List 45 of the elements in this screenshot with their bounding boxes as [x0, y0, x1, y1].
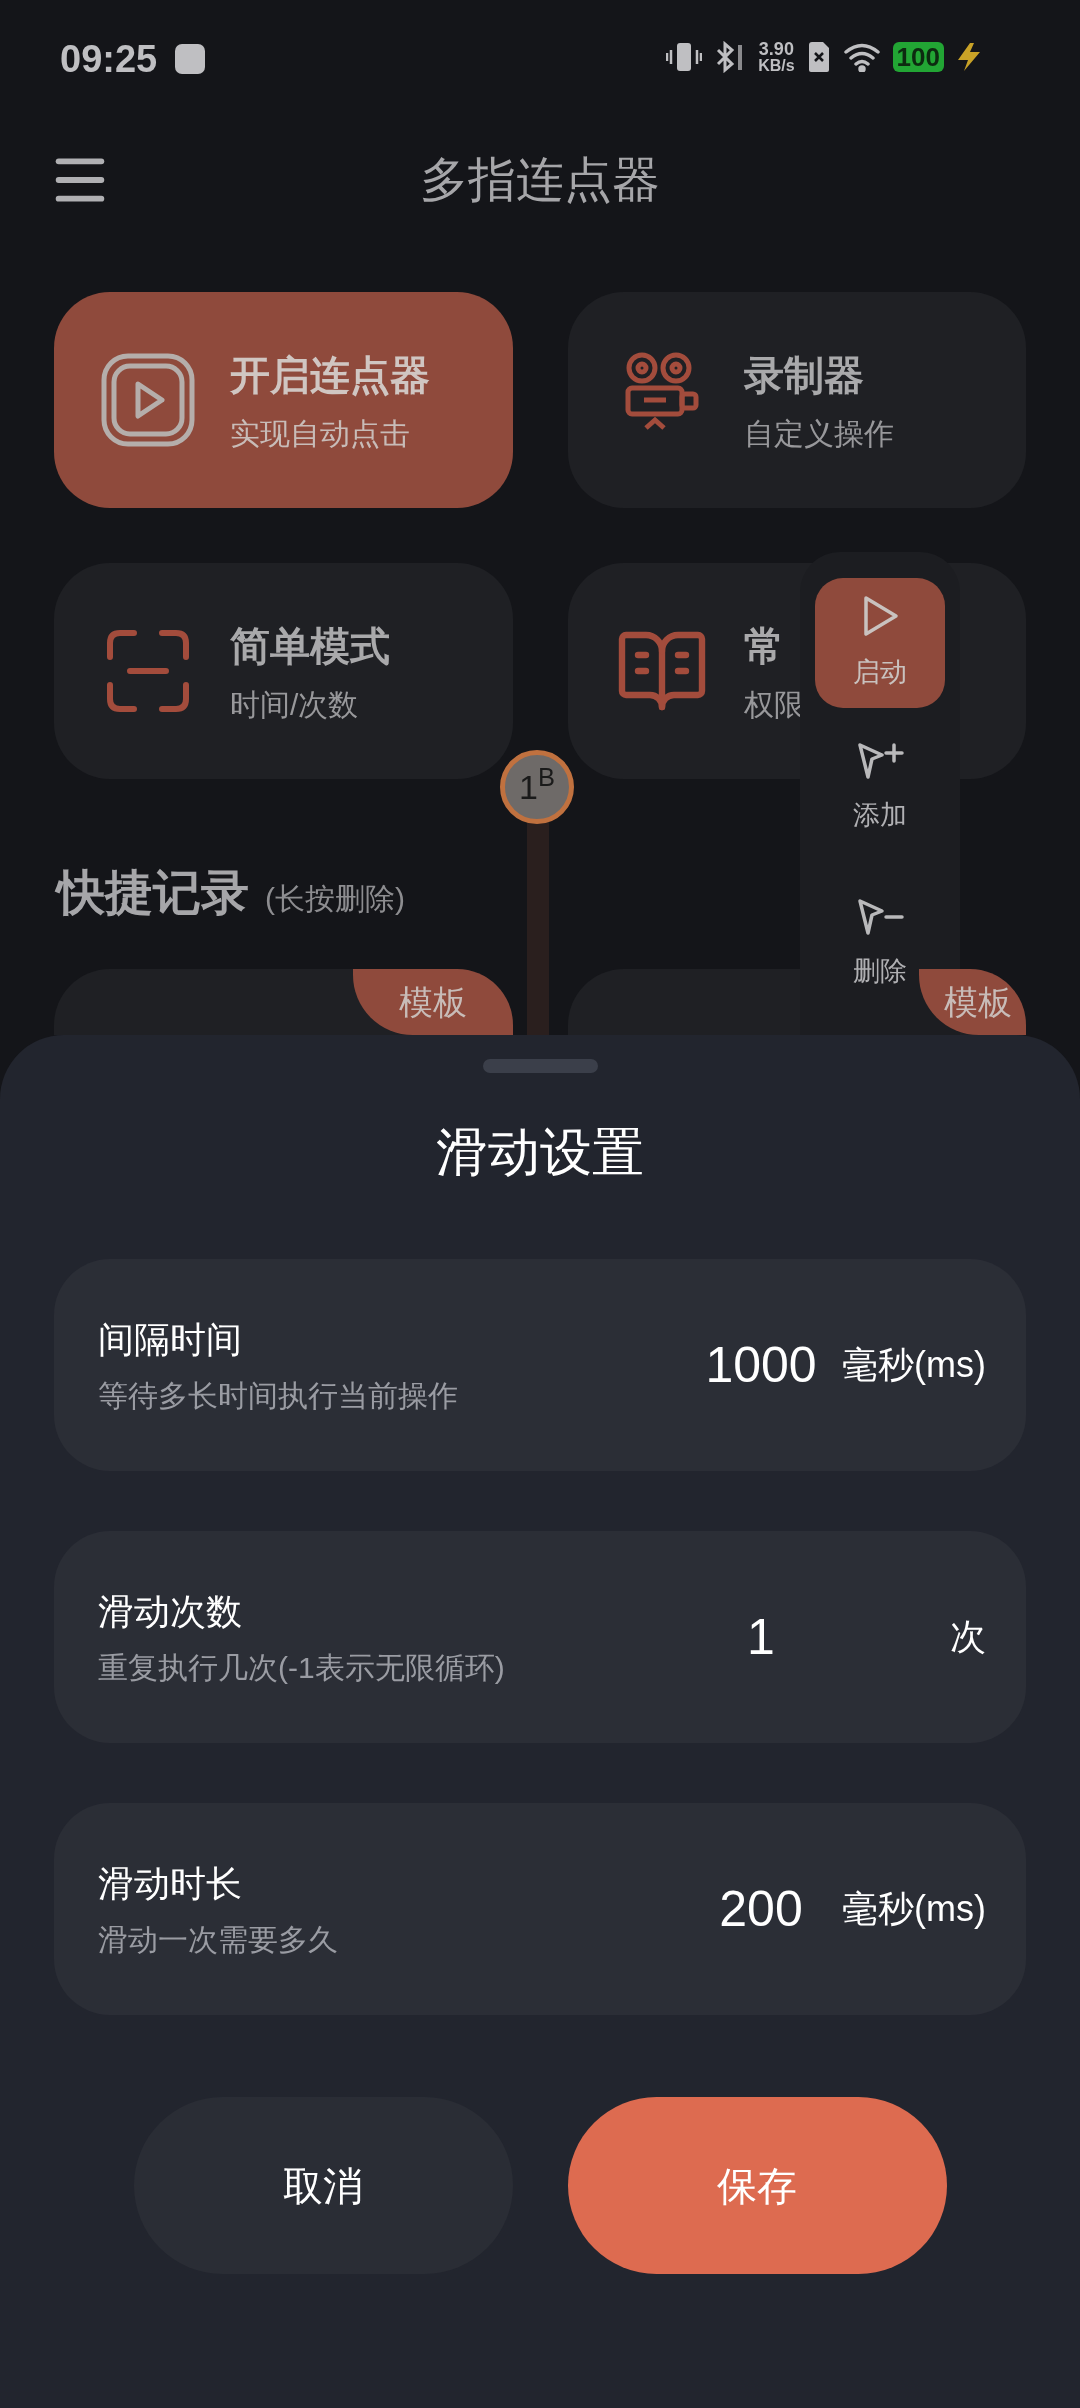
section-hint: (长按删除) [265, 881, 405, 917]
scan-icon [106, 629, 190, 713]
feature-card[interactable]: 开启连点器 实现自动点击 [54, 292, 513, 508]
setting-value-field[interactable]: 200 [686, 1871, 836, 1947]
sheet-title: 滑动设置 [436, 1122, 644, 1183]
setting-value-field[interactable]: 1000 [686, 1327, 836, 1403]
app-title: 多指连点器 [420, 152, 660, 208]
toolbar-button[interactable]: 启动 [815, 578, 945, 708]
feature-card[interactable]: 录制器 自定义操作 [567, 292, 1026, 508]
play-icon [100, 352, 196, 448]
cursor-plus-icon [856, 740, 904, 781]
setting-unit: 毫秒(ms) [841, 1343, 986, 1387]
card-subtitle: 权限 [743, 686, 804, 723]
battery-level: 100 [892, 42, 944, 72]
card-subtitle: 自定义操作 [743, 415, 894, 452]
cursor-minus-icon [856, 896, 904, 937]
setting-description: 滑动一次需要多久 [98, 1921, 339, 1958]
setting-description: 等待多长时间执行当前操作 [98, 1377, 459, 1414]
net-speed-value: 3.90 [758, 40, 794, 58]
template-tag: 模板 [352, 969, 513, 1035]
feature-card[interactable]: 简单模式 时间/次数 [54, 563, 513, 779]
clock: 09:25 [60, 40, 158, 78]
template-tag: 模板 [919, 969, 1026, 1035]
card-subtitle: 实现自动点击 [230, 415, 411, 452]
card-title: 开启连点器 [230, 351, 430, 399]
setting-label: 滑动次数 [98, 1589, 243, 1634]
setting-unit: 次 [949, 1615, 986, 1659]
sim-icon [806, 41, 831, 73]
cancel-button[interactable]: 取消 [133, 2097, 513, 2274]
section-title: 快捷记录 [57, 865, 249, 921]
net-speed-unit: KB/s [758, 58, 795, 74]
record-card[interactable]: 模板 [54, 969, 513, 1035]
card-subtitle: 时间/次数 [230, 686, 360, 723]
setting-label: 间隔时间 [98, 1317, 243, 1362]
wifi-icon [842, 42, 881, 72]
setting-unit: 毫秒(ms) [841, 1887, 986, 1931]
setting-label: 滑动时长 [98, 1861, 243, 1906]
setting-description: 重复执行几次(-1表示无限循环) [98, 1649, 506, 1686]
card-title: 录制器 [743, 351, 865, 399]
drag-handle[interactable] [482, 1059, 598, 1073]
vibrate-icon [666, 41, 703, 73]
card-title: 常 [743, 622, 785, 670]
setting-value-field[interactable]: 1 [686, 1599, 836, 1675]
card-title: 简单模式 [230, 622, 390, 670]
charging-bolt-icon [956, 42, 982, 72]
